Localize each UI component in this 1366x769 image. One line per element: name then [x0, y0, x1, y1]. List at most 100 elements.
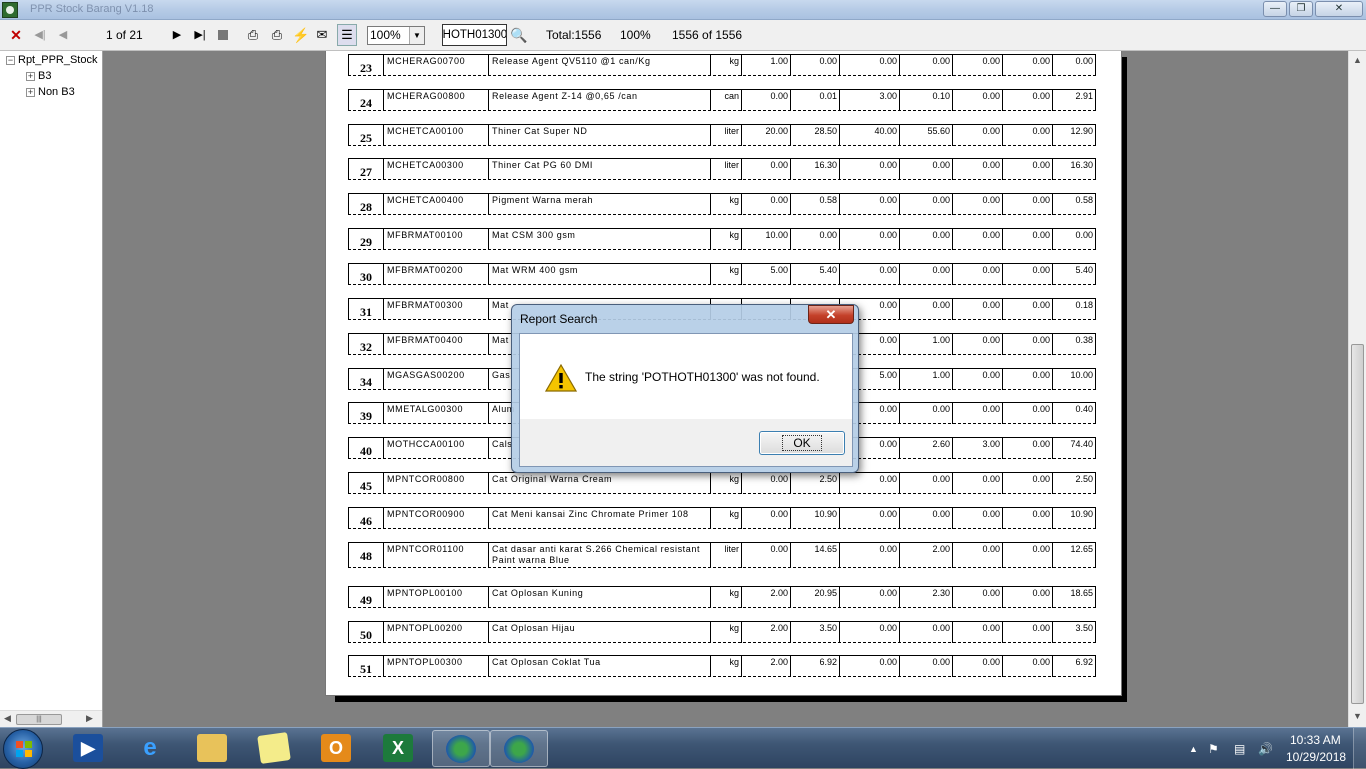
cell-v5: 0.00 — [952, 124, 1002, 146]
taskbar-media-player[interactable]: ▶ — [60, 730, 118, 767]
cell-v4: 2.60 — [899, 437, 952, 459]
taskbar-app-globe-1[interactable] — [432, 730, 490, 767]
tree-item-b3[interactable]: + B3 — [26, 70, 51, 82]
expand-icon[interactable]: + — [26, 71, 35, 81]
expand-icon[interactable]: + — [26, 87, 35, 97]
table-row: 50 MPNTOPL00200 Cat Oplosan Hijau kg 2.00 3.5… — [348, 621, 1096, 655]
ok-label: OK — [782, 435, 822, 451]
cell-v3: 0.00 — [839, 472, 899, 494]
search-input[interactable]: POTHOTH01300 — [442, 24, 507, 46]
volume-icon[interactable]: 🔊 — [1258, 742, 1273, 756]
total-records: Total:1556 — [546, 28, 602, 42]
cell-v3: 0.00 — [839, 507, 899, 529]
cell-v7: 2.91 — [1052, 89, 1096, 111]
dialog-message: The string 'POTHOTH01300' was not found. — [585, 370, 820, 384]
cell-desc: Cat Original Warna Cream — [488, 472, 710, 494]
start-button[interactable] — [3, 729, 43, 769]
scroll-thumb[interactable]: ||| — [16, 714, 62, 725]
cell-code: MCHETCA00300 — [383, 158, 488, 180]
last-page-icon[interactable]: ▶| — [193, 26, 207, 44]
tree-root-item[interactable]: − Rpt_PPR_Stock — [6, 54, 97, 66]
cell-v7: 2.50 — [1052, 472, 1096, 494]
cell-v7: 12.90 — [1052, 124, 1096, 146]
print-setup-icon[interactable]: ⎙ — [269, 26, 285, 44]
first-page-icon[interactable]: ◀| — [33, 26, 47, 44]
taskbar-file-explorer[interactable] — [184, 730, 242, 767]
cell-v5: 0.00 — [952, 333, 1002, 355]
cell-v1: 2.00 — [741, 621, 790, 643]
row-bottom-border — [348, 642, 1096, 643]
cell-v3: 0.00 — [839, 542, 899, 568]
chevron-down-icon[interactable]: ▼ — [409, 27, 424, 44]
cell-v2: 20.95 — [790, 586, 839, 608]
cell-unit: liter — [710, 542, 741, 568]
taskbar-excel[interactable]: X — [370, 730, 428, 767]
restore-button[interactable]: ❐ — [1289, 1, 1313, 17]
scroll-right-icon[interactable]: ▶ — [86, 713, 93, 724]
scroll-thumb[interactable] — [1351, 344, 1364, 704]
row-bottom-border — [348, 179, 1096, 180]
cell-v1: 0.00 — [741, 158, 790, 180]
cell-code: MPNTCOR00900 — [383, 507, 488, 529]
group-tree-toggle-icon[interactable]: ☰ — [337, 24, 357, 46]
cell-v4: 0.10 — [899, 89, 952, 111]
row-bottom-border — [348, 284, 1096, 285]
media-player-icon: ▶ — [73, 734, 103, 762]
cell-no: 40 — [348, 437, 383, 459]
cell-v5: 0.00 — [952, 89, 1002, 111]
minimize-button[interactable]: — — [1263, 1, 1287, 17]
dialog-close-button[interactable]: ✕ — [808, 305, 854, 324]
taskbar-sticky-notes[interactable] — [246, 730, 304, 767]
cell-v1: 0.00 — [741, 89, 790, 111]
cell-v1: 2.00 — [741, 655, 790, 677]
cell-v4: 0.00 — [899, 655, 952, 677]
collapse-icon[interactable]: − — [6, 55, 15, 65]
stop-icon[interactable] — [218, 30, 228, 40]
zoom-select[interactable]: 100% ▼ — [367, 26, 425, 45]
network-icon[interactable]: ▤ — [1234, 742, 1245, 756]
taskbar-app-globe-2[interactable] — [490, 730, 548, 767]
taskbar-outlook[interactable]: O — [308, 730, 366, 767]
folder-icon — [197, 734, 227, 762]
action-center-flag-icon[interactable]: ⚑ — [1208, 742, 1219, 756]
zoom-value: 100% — [370, 28, 401, 42]
previous-page-icon[interactable]: ◀ — [56, 26, 70, 44]
cell-v4: 1.00 — [899, 333, 952, 355]
internet-explorer-icon: e — [143, 734, 157, 761]
cell-code: MCHERAG00800 — [383, 89, 488, 111]
refresh-lightning-icon[interactable]: ⚡ — [292, 26, 309, 44]
clock-time[interactable]: 10:33 AM — [1290, 733, 1341, 747]
export-icon[interactable]: ✉ — [314, 26, 330, 44]
cell-v5: 0.00 — [952, 263, 1002, 285]
cell-no: 32 — [348, 333, 383, 355]
tree-item-non-b3[interactable]: + Non B3 — [26, 86, 75, 98]
cell-v3: 0.00 — [839, 228, 899, 250]
cell-code: MGASGAS00200 — [383, 368, 488, 390]
window-close-button[interactable]: ✕ — [1315, 1, 1363, 17]
cell-no: 27 — [348, 158, 383, 180]
show-desktop-button[interactable] — [1353, 728, 1366, 769]
cell-v3: 0.00 — [839, 621, 899, 643]
page-indicator: 1 of 21 — [106, 28, 143, 42]
cell-desc: Thiner Cat PG 60 DMI — [488, 158, 710, 180]
close-report-icon[interactable]: ✕ — [8, 26, 24, 44]
scroll-up-icon[interactable]: ▲ — [1353, 55, 1362, 65]
cell-desc-line2: Paint warna Blue — [492, 555, 570, 565]
clock-date[interactable]: 10/29/2018 — [1286, 750, 1346, 764]
show-hidden-icons-icon[interactable]: ▲ — [1189, 744, 1198, 754]
tree-horizontal-scrollbar[interactable]: ◀ ||| ▶ — [0, 710, 102, 727]
cell-v7: 3.50 — [1052, 621, 1096, 643]
taskbar-internet-explorer[interactable]: e — [122, 730, 180, 767]
report-vertical-scrollbar[interactable]: ▲ ▼ — [1348, 51, 1366, 727]
cell-v6: 0.00 — [1002, 298, 1052, 320]
table-row: 28 MCHETCA00400 Pigment Warna merah kg 0.00 0… — [348, 193, 1096, 227]
print-icon[interactable]: ⎙ — [245, 26, 261, 44]
binoculars-search-icon[interactable]: 🔍 — [510, 26, 528, 44]
cell-no: 39 — [348, 402, 383, 424]
cell-v6: 0.00 — [1002, 368, 1052, 390]
next-page-icon[interactable]: ▶ — [170, 26, 184, 44]
scroll-left-icon[interactable]: ◀ — [4, 713, 11, 724]
cell-v7: 0.40 — [1052, 402, 1096, 424]
scroll-down-icon[interactable]: ▼ — [1353, 711, 1362, 721]
ok-button[interactable]: OK — [759, 431, 845, 455]
